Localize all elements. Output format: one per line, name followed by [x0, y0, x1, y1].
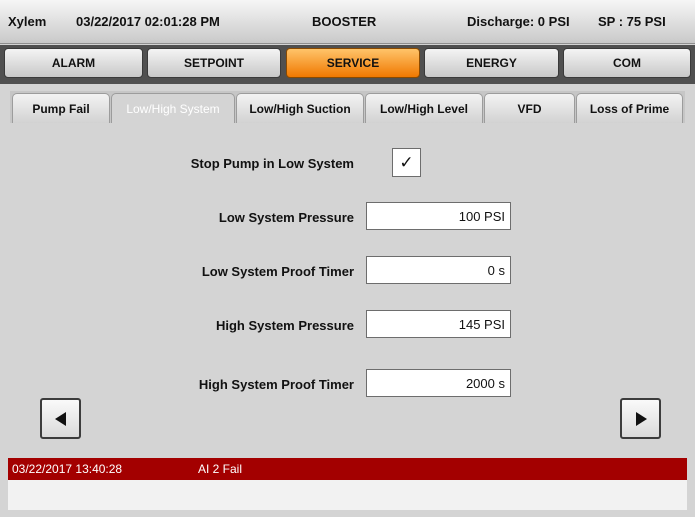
- stop-pump-label: Stop Pump in Low System: [190, 156, 354, 171]
- brand-label: Xylem: [8, 14, 47, 29]
- alarm-message: AI 2 Fail: [198, 462, 243, 476]
- tab-pump-fail[interactable]: Pump Fail: [12, 93, 110, 123]
- tab-low-high-level[interactable]: Low/High Level: [365, 93, 483, 123]
- low-pressure-label: Low System Pressure: [218, 210, 354, 225]
- tab-low-high-system[interactable]: Low/High System: [111, 93, 235, 123]
- status-header: Xylem 03/22/2017 02:01:28 PM BOOSTER Dis…: [0, 0, 695, 44]
- alarm-timestamp: 03/22/2017 13:40:28: [12, 462, 123, 476]
- main-menu: ALARM SETPOINT SERVICE ENERGY COM: [0, 45, 695, 84]
- previous-page-button[interactable]: [40, 398, 81, 439]
- high-pressure-label: High System Pressure: [215, 318, 354, 333]
- high-timer-field[interactable]: 2000 s: [366, 369, 511, 397]
- low-timer-field[interactable]: 0 s: [366, 256, 511, 284]
- menu-alarm-button[interactable]: ALARM: [4, 48, 143, 78]
- tab-vfd[interactable]: VFD: [484, 93, 575, 123]
- right-triangle-icon: [635, 411, 647, 426]
- menu-service-button[interactable]: SERVICE: [286, 48, 420, 78]
- menu-energy-button[interactable]: ENERGY: [424, 48, 559, 78]
- high-pressure-field[interactable]: 145 PSI: [366, 310, 511, 338]
- left-triangle-icon: [54, 411, 66, 426]
- stop-pump-checkbox[interactable]: ✓: [392, 148, 421, 177]
- datetime-label: 03/22/2017 02:01:28 PM: [76, 14, 220, 29]
- settings-panel: [10, 123, 685, 448]
- menu-com-button[interactable]: COM: [563, 48, 691, 78]
- low-timer-label: Low System Proof Timer: [201, 264, 354, 279]
- setpoint-label: SP : 75 PSI: [598, 14, 666, 29]
- discharge-label: Discharge: 0 PSI: [467, 14, 570, 29]
- tab-loss-of-prime[interactable]: Loss of Prime: [576, 93, 683, 123]
- alarm-row[interactable]: 03/22/2017 13:40:28 AI 2 Fail: [8, 458, 687, 480]
- menu-setpoint-button[interactable]: SETPOINT: [147, 48, 281, 78]
- low-pressure-field[interactable]: 100 PSI: [366, 202, 511, 230]
- high-timer-label: High System Proof Timer: [198, 377, 354, 392]
- hmi-screen: Xylem 03/22/2017 02:01:28 PM BOOSTER Dis…: [0, 0, 695, 517]
- mode-label: BOOSTER: [312, 14, 377, 29]
- checkmark-icon: ✓: [399, 153, 414, 172]
- next-page-button[interactable]: [620, 398, 661, 439]
- tab-low-high-suction[interactable]: Low/High Suction: [236, 93, 364, 123]
